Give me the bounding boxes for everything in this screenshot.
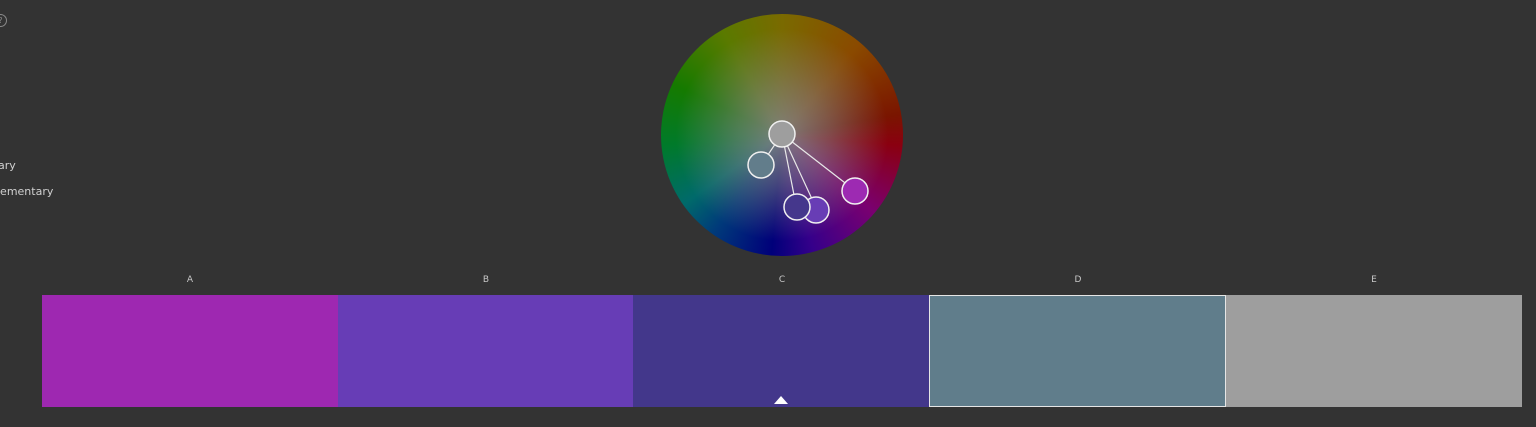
swatch-d[interactable] — [928, 295, 1227, 407]
wheel-marker-c[interactable] — [783, 193, 811, 221]
color-wheel-markers — [747, 120, 869, 224]
help-circle-icon[interactable]: ? — [0, 14, 7, 27]
swatch-e[interactable] — [1226, 295, 1522, 407]
swatch-label-d: D — [1074, 275, 1082, 285]
wheel-marker-d[interactable] — [747, 151, 775, 179]
color-wheel[interactable] — [661, 14, 903, 256]
swatch-label-e: E — [1371, 275, 1377, 285]
wheel-marker-a[interactable] — [841, 177, 869, 205]
swatch-c[interactable] — [633, 295, 929, 407]
swatch-b[interactable] — [337, 295, 634, 407]
swatch-a[interactable] — [42, 295, 338, 407]
color-wheel-page: ? ary lementary A B C D E — [0, 0, 1536, 427]
color-rule-option[interactable]: lementary — [0, 185, 53, 198]
swatch-label-b: B — [482, 275, 490, 285]
swatch-label-a: A — [186, 275, 194, 285]
base-color-marker-icon — [773, 396, 788, 404]
wheel-marker-e[interactable] — [768, 120, 796, 148]
swatch-strip — [42, 295, 1522, 407]
swatch-label-c: C — [778, 275, 786, 285]
color-rule-option[interactable]: ary — [0, 159, 16, 172]
